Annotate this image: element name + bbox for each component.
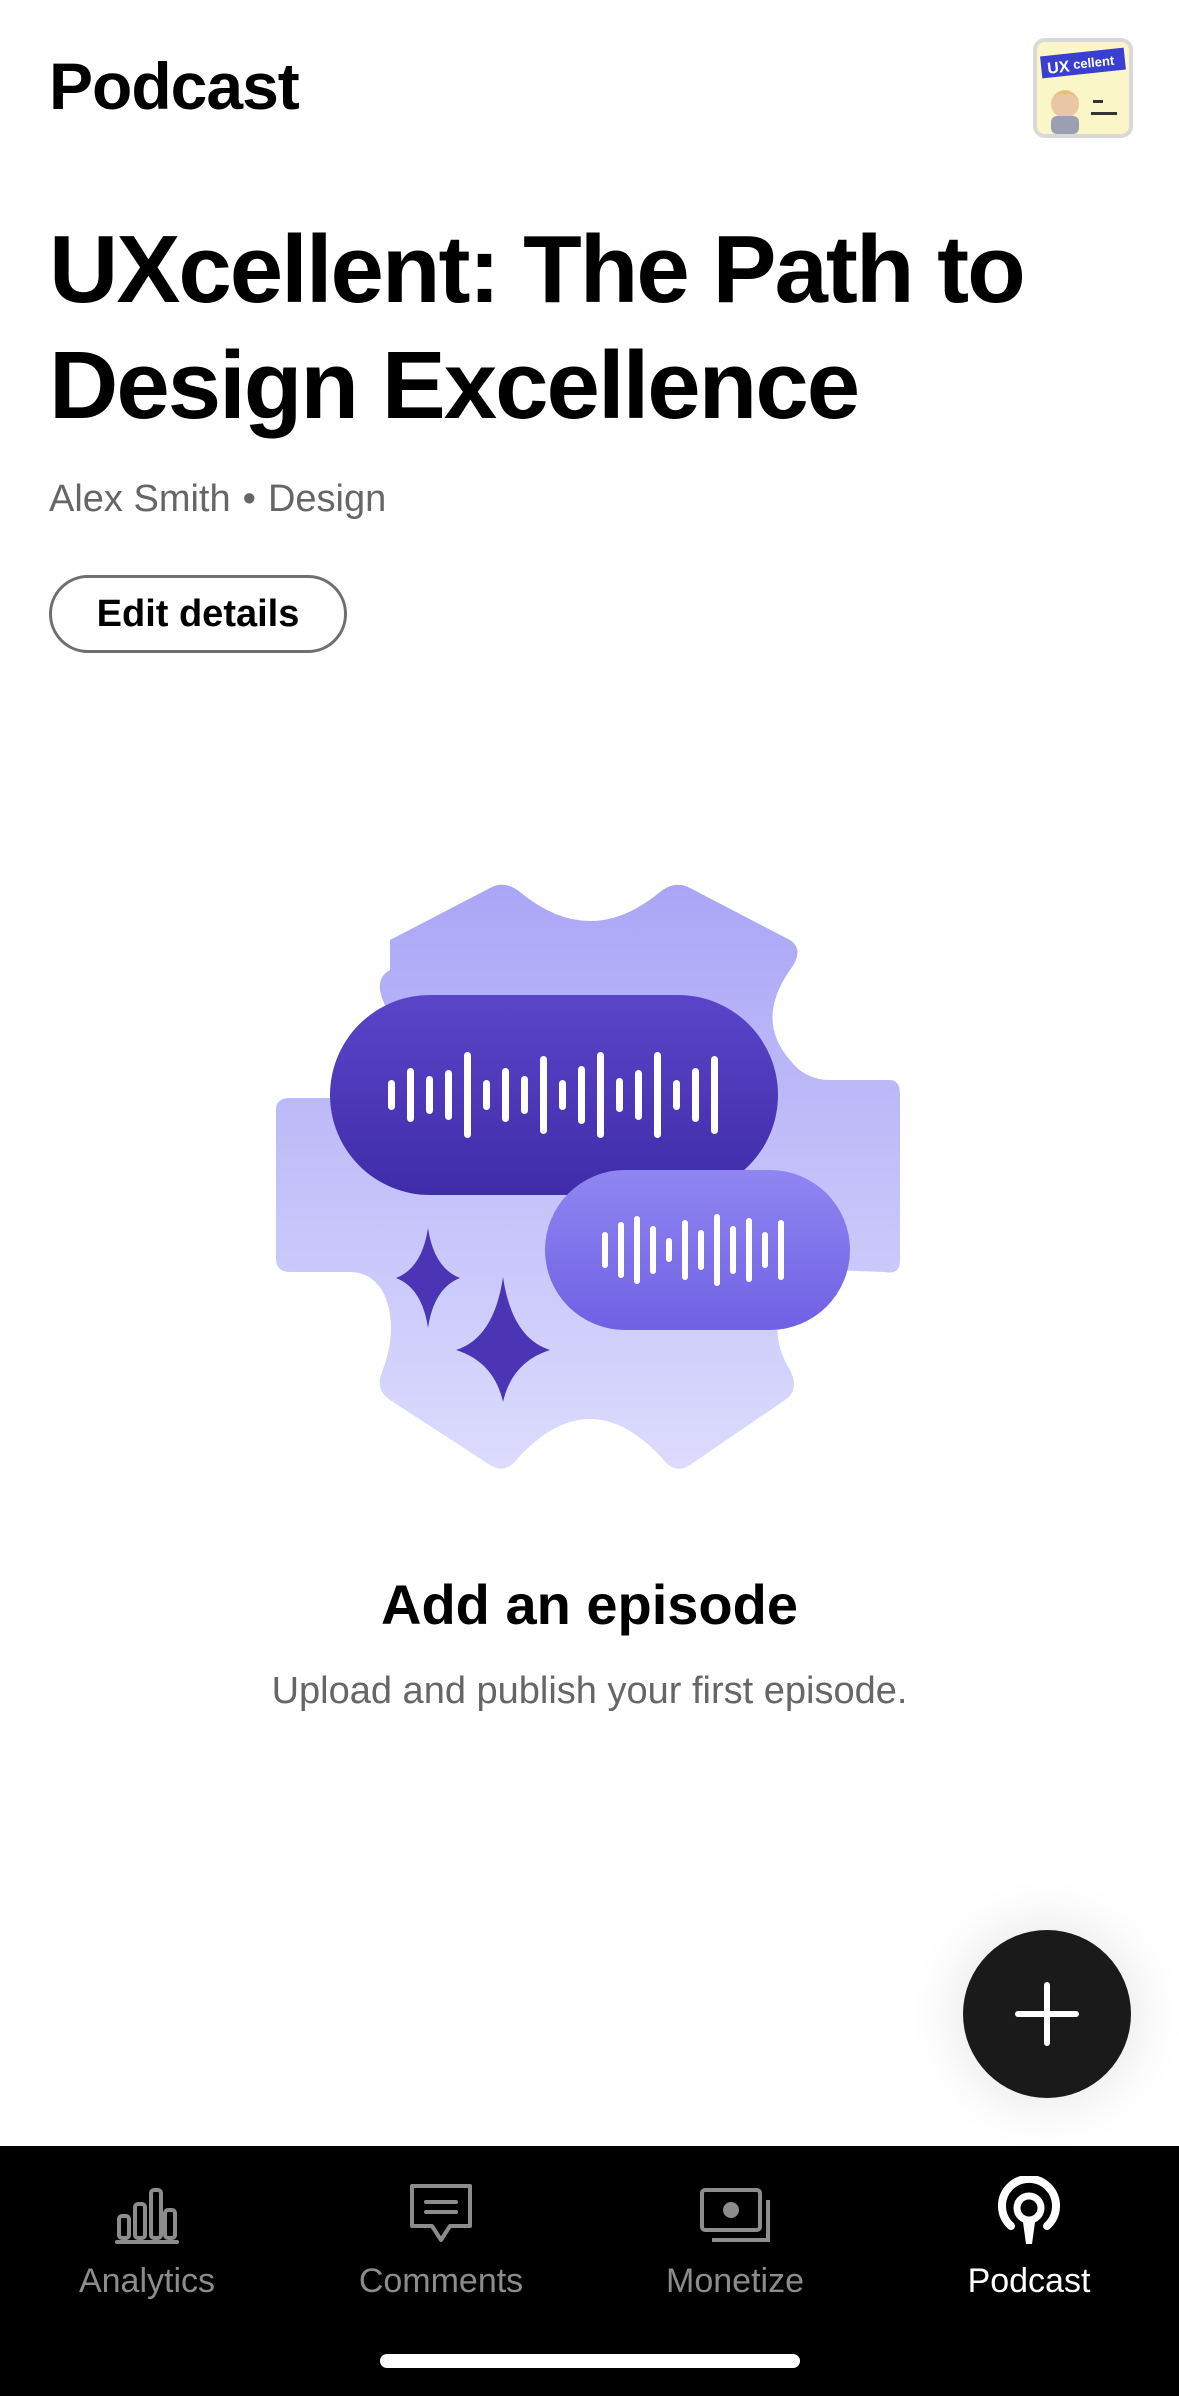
podcast-meta: Alex Smith • Design — [49, 478, 386, 521]
tab-analytics-label: Analytics — [78, 2262, 216, 2300]
empty-state-subtitle: Upload and publish your first episode. — [271, 1670, 908, 1712]
home-indicator[interactable] — [380, 2354, 800, 2368]
cover-art-icon: UX cellent — [1037, 42, 1129, 134]
audio-waveform-illustration — [270, 880, 910, 1500]
empty-state-title: Add an episode — [381, 1573, 798, 1636]
tab-analytics[interactable]: Analytics — [0, 2166, 294, 2316]
page-title: Podcast — [49, 49, 300, 123]
tab-monetize[interactable]: Monetize — [588, 2166, 882, 2316]
tab-comments-label: Comments — [358, 2262, 524, 2300]
add-episode-button[interactable] — [963, 1930, 1131, 2098]
comment-icon — [410, 2184, 472, 2242]
podcast-icon — [998, 2176, 1060, 2244]
tab-comments[interactable]: Comments — [294, 2166, 588, 2316]
svg-text:UX: UX — [1047, 58, 1071, 77]
author-name: Alex Smith — [49, 478, 231, 520]
tab-podcast-label: Podcast — [967, 2262, 1091, 2300]
money-icon — [700, 2188, 770, 2242]
category-name: Design — [267, 478, 387, 520]
plus-icon — [1015, 1982, 1079, 2046]
bar-chart-icon — [115, 2188, 179, 2244]
meta-separator: • — [242, 478, 256, 520]
tab-monetize-label: Monetize — [666, 2262, 804, 2300]
podcast-screen: Podcast UX cellent UXcellent: The Path t… — [0, 0, 1179, 2396]
edit-details-button[interactable]: Edit details — [49, 575, 347, 653]
tab-podcast[interactable]: Podcast — [882, 2166, 1176, 2316]
podcast-title: UXcellent: The Path to Design Excellence — [49, 216, 1026, 439]
podcast-cover-thumbnail[interactable]: UX cellent — [1033, 38, 1133, 138]
waveform-pill-small — [545, 1170, 850, 1330]
waveform-pill-large — [330, 995, 778, 1195]
